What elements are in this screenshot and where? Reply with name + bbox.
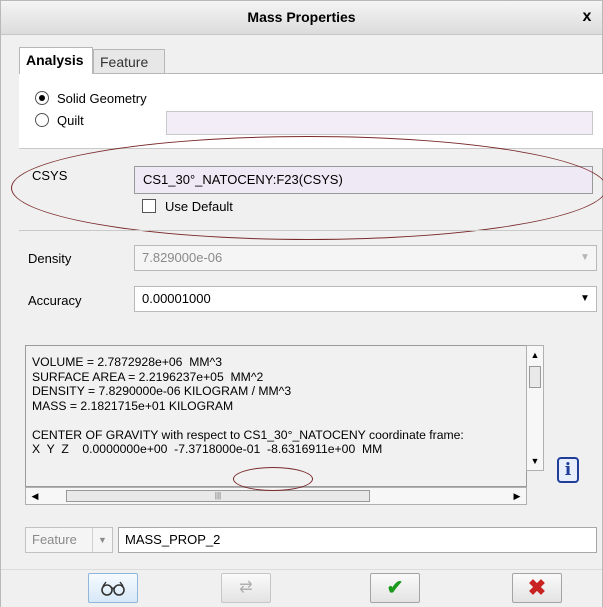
csys-input[interactable]: CS1_30°_NATOCENY:F23(CSYS) [134,166,593,194]
title-bar: Mass Properties x [1,1,602,35]
tab-feature[interactable]: Feature [93,49,165,73]
radio-solid-geometry[interactable]: Solid Geometry [35,89,147,107]
feature-type-dropdown: Feature ▼ [25,527,113,553]
radio-quilt[interactable]: Quilt [35,111,84,129]
density-label: Density [28,251,72,266]
scroll-left-icon[interactable]: ◀ [26,488,44,504]
cancel-button[interactable]: ✖ [512,573,562,603]
vertical-scrollbar[interactable]: ▲ ▼ [526,345,544,471]
info-icon[interactable]: i [557,457,579,483]
chevron-down-icon: ▼ [580,252,590,263]
radio-label: Solid Geometry [57,90,147,106]
cancel-x-icon: ✖ [527,575,547,600]
accuracy-value: 0.00001000 [142,291,211,306]
results-text-area[interactable]: VOLUME = 2.7872928e+06 MM^3 SURFACE AREA… [25,345,527,487]
chevron-down-icon: ▼ [92,528,112,552]
feature-type-label: Feature [32,532,77,547]
glasses-icon [101,581,125,596]
divider [19,230,603,231]
result-line: DENSITY = 7.8290000e-06 KILOGRAM / MM^3 [32,384,292,398]
radio-label: Quilt [57,112,84,128]
density-value: 7.829000e-06 [142,250,223,265]
accuracy-dropdown[interactable]: 0.00001000 ▼ [134,286,597,312]
scroll-thumb[interactable] [529,366,541,388]
dialog-title: Mass Properties [247,9,356,25]
ok-button[interactable]: ✔ [370,573,420,603]
checkmark-icon: ✔ [386,577,404,599]
quilt-input[interactable] [166,111,593,135]
result-line: SURFACE AREA = 2.2196237e+05 MM^2 [32,369,264,384]
result-line: X Y Z 0.0000000e+00 -7.3718000e-01 -8.63… [32,442,383,456]
radio-button[interactable] [35,91,49,105]
use-default-checkbox[interactable] [142,199,156,213]
feature-name-input[interactable]: MASS_PROP_2 [118,527,597,553]
regenerate-button: ⇄ [221,573,271,603]
scroll-up-icon[interactable]: ▲ [527,346,543,364]
result-line: MASS = 2.1821715e+01 KILOGRAM [32,398,234,413]
use-default-label: Use Default [165,199,233,214]
radio-button[interactable] [35,113,49,127]
scroll-down-icon[interactable]: ▼ [527,452,543,470]
preview-button[interactable] [88,573,138,603]
regenerate-icon: ⇄ [239,579,253,596]
mass-properties-dialog: Mass Properties x Analysis Feature Solid… [0,0,603,607]
divider [19,148,603,149]
accuracy-label: Accuracy [28,293,82,308]
density-dropdown: 7.829000e-06 ▼ [134,245,597,271]
tab-analysis[interactable]: Analysis [19,47,93,74]
csys-label: CSYS [32,168,68,183]
result-line: CENTER OF GRAVITY with respect to CS1_30… [32,427,464,442]
horizontal-scrollbar[interactable]: ◀ ||| ▶ [25,487,527,505]
chevron-down-icon[interactable]: ▼ [574,287,596,311]
close-icon[interactable]: x [578,7,596,27]
scroll-right-icon[interactable]: ▶ [508,488,526,504]
result-line: VOLUME = 2.7872928e+06 MM^3 [32,355,222,369]
scroll-thumb[interactable]: ||| [66,490,370,502]
